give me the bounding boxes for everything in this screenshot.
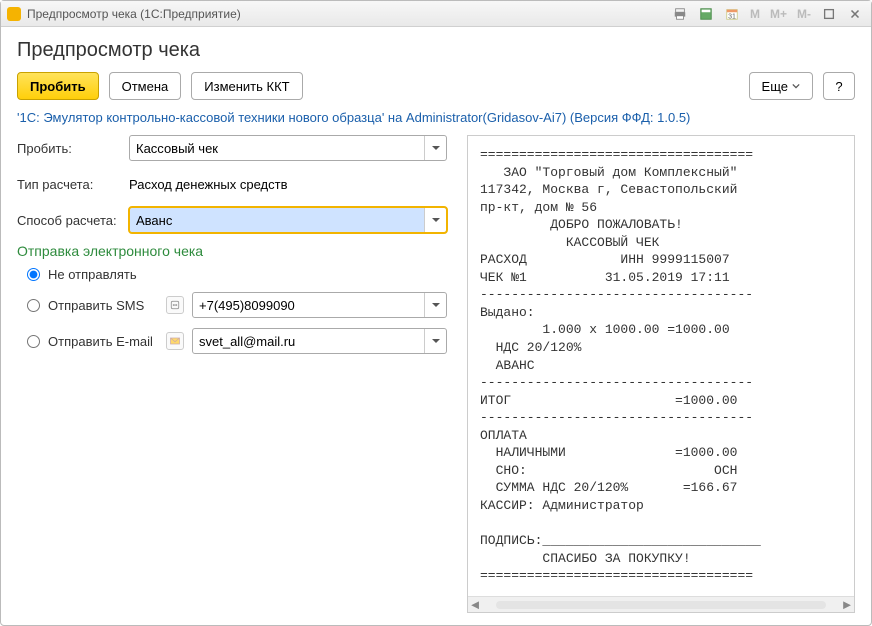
sms-icon [166,296,184,314]
email-dropdown-arrow[interactable] [424,329,446,353]
svg-text:31: 31 [728,13,736,20]
punch-dropdown-arrow[interactable] [424,136,446,160]
memory-mplus-icon: M+ [768,7,789,21]
echeck-email-radio[interactable] [27,335,40,348]
titlebar: Предпросмотр чека (1С:Предприятие) 31 M … [1,1,871,27]
more-button-label: Еще [762,79,788,94]
calc-type-row: Тип расчета: [17,171,447,197]
email-input[interactable] [193,329,424,353]
email-combo[interactable] [192,328,447,354]
more-button[interactable]: Еще [749,72,813,100]
submit-button[interactable]: Пробить [17,72,99,100]
chevron-down-icon [792,82,800,90]
echeck-sms-label: Отправить SMS [48,298,158,313]
echeck-section-title: Отправка электронного чека [17,243,447,259]
app-window: Предпросмотр чека (1С:Предприятие) 31 M … [0,0,872,626]
calc-icon[interactable] [696,4,716,24]
calc-method-row: Способ расчета: [17,207,447,233]
punch-row: Пробить: [17,135,447,161]
sms-input[interactable] [193,293,424,317]
app-logo-icon [7,7,21,21]
print-icon[interactable] [670,4,690,24]
memory-mminus-icon: M- [795,7,813,21]
sms-combo[interactable] [192,292,447,318]
echeck-sms-radio[interactable] [27,299,40,312]
calc-type-field [129,171,447,197]
calc-method-combo[interactable] [129,207,447,233]
calc-method-label: Способ расчета: [17,213,129,228]
window-title: Предпросмотр чека (1С:Предприятие) [27,7,241,21]
scroll-track[interactable] [496,601,826,609]
punch-label: Пробить: [17,141,129,156]
columns: Пробить: Тип расчета: Способ расчета: [17,135,855,613]
calc-method-dropdown-arrow[interactable] [424,208,446,232]
punch-combo[interactable] [129,135,447,161]
scroll-right-arrow[interactable]: ► [840,597,854,612]
calc-type-label: Тип расчета: [17,177,129,192]
calc-type-value [129,171,447,197]
receipt-preview[interactable]: =================================== ЗАО … [468,136,854,596]
receipt-panel: =================================== ЗАО … [467,135,855,613]
toolbar: Пробить Отмена Изменить ККТ Еще ? [17,72,855,100]
page-title: Предпросмотр чека [17,39,855,62]
punch-input[interactable] [130,136,424,160]
echeck-none-radio[interactable] [27,268,40,281]
content-area: Предпросмотр чека Пробить Отмена Изменит… [1,27,871,625]
echeck-none-label: Не отправлять [48,267,137,282]
form-panel: Пробить: Тип расчета: Способ расчета: [17,135,447,613]
memory-m-icon: M [748,7,762,21]
email-icon [166,332,184,350]
change-kkt-button[interactable]: Изменить ККТ [191,72,302,100]
echeck-email-label: Отправить E-mail [48,334,158,349]
calendar-icon[interactable]: 31 [722,4,742,24]
help-button[interactable]: ? [823,72,855,100]
sms-dropdown-arrow[interactable] [424,293,446,317]
calc-method-input[interactable] [130,208,424,232]
close-icon[interactable] [845,4,865,24]
maximize-icon[interactable] [819,4,839,24]
kkt-info-line: '1С: Эмулятор контрольно-кассовой техник… [17,110,855,125]
scroll-left-arrow[interactable]: ◄ [468,597,482,612]
horizontal-scrollbar[interactable]: ◄ ► [468,596,854,612]
echeck-none-row: Не отправлять [17,267,447,282]
cancel-button[interactable]: Отмена [109,72,182,100]
echeck-email-row: Отправить E-mail [17,328,447,354]
echeck-sms-row: Отправить SMS [17,292,447,318]
